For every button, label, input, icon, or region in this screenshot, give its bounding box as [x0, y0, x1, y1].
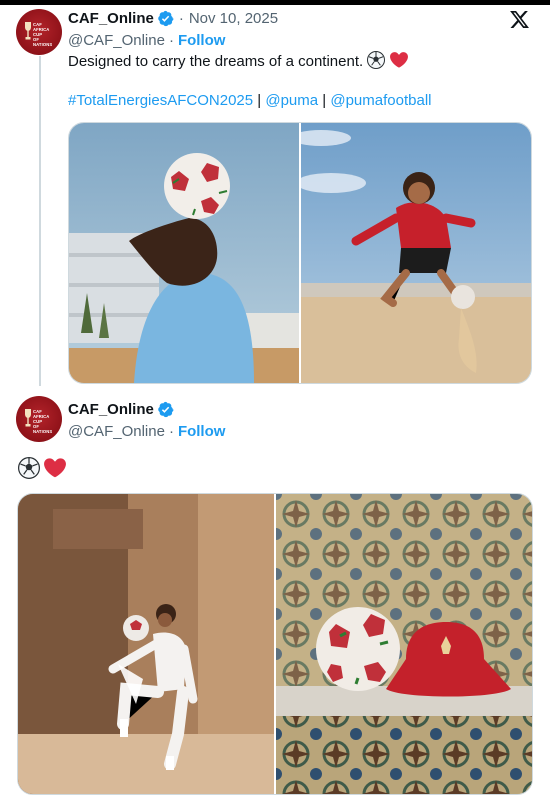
verified-badge-icon — [158, 401, 174, 417]
separator-dot: · — [178, 9, 184, 27]
thread-connector — [39, 56, 41, 386]
red-heart-icon — [389, 52, 408, 68]
media-grid — [17, 493, 533, 795]
tweet-date[interactable]: Nov 10, 2025 — [189, 10, 278, 27]
media-grid — [68, 122, 532, 384]
photo-juggling-woman-image — [18, 494, 274, 794]
tweet-text — [18, 457, 67, 482]
tweet-header: CAF_Online · Nov 10, 2025 — [68, 8, 278, 28]
avatar-logo-mark: CAF AFRICA CUP OF NATIONS — [33, 409, 53, 434]
avatar[interactable]: CAF AFRICA CUP OF NATIONS — [16, 396, 62, 442]
handle[interactable]: @CAF_Online — [68, 32, 165, 49]
x-logo-icon[interactable] — [508, 9, 531, 30]
follow-button[interactable]: Follow — [178, 423, 226, 440]
tweet-text: Designed to carry the dreams of a contin… — [68, 51, 408, 72]
trophy-icon — [25, 22, 31, 40]
photo-ball-and-hat[interactable] — [276, 494, 532, 794]
handle-row: @CAF_Online · Follow — [68, 30, 225, 50]
hashtag-row: #TotalEnergiesAFCON2025 | @puma | @pumaf… — [68, 91, 431, 111]
mention-link[interactable]: @puma — [265, 92, 318, 109]
photo-heading-ball-image — [69, 123, 299, 383]
avatar-logo-mark: CAF AFRICA CUP OF NATIONS — [33, 22, 53, 47]
avatar[interactable]: CAF AFRICA CUP OF NATIONS — [16, 9, 62, 55]
separator-dot: · — [168, 422, 174, 440]
red-heart-icon — [44, 458, 67, 478]
verified-badge-icon — [158, 10, 174, 26]
photo-beach-kick[interactable] — [301, 123, 531, 383]
top-bar — [0, 0, 550, 5]
display-name[interactable]: CAF_Online — [68, 10, 154, 27]
separator-dot: · — [168, 31, 174, 49]
display-name[interactable]: CAF_Online — [68, 401, 154, 418]
tweet-header: CAF_Online — [68, 399, 174, 419]
handle[interactable]: @CAF_Online — [68, 423, 165, 440]
trophy-icon — [25, 409, 31, 427]
handle-row: @CAF_Online · Follow — [68, 421, 225, 441]
photo-juggling-woman[interactable] — [18, 494, 274, 794]
photo-beach-kick-image — [301, 123, 531, 383]
hashtag-link[interactable]: #TotalEnergiesAFCON2025 — [68, 92, 253, 109]
follow-button[interactable]: Follow — [178, 32, 226, 49]
mention-link[interactable]: @pumafootball — [330, 92, 431, 109]
photo-heading-ball[interactable] — [69, 123, 299, 383]
tag-separator: | — [257, 92, 262, 109]
soccer-ball-icon — [367, 51, 386, 69]
tag-separator: | — [322, 92, 327, 109]
photo-ball-and-hat-image — [276, 494, 532, 794]
soccer-ball-icon — [18, 457, 40, 479]
tweet-body: Designed to carry the dreams of a contin… — [68, 53, 364, 70]
